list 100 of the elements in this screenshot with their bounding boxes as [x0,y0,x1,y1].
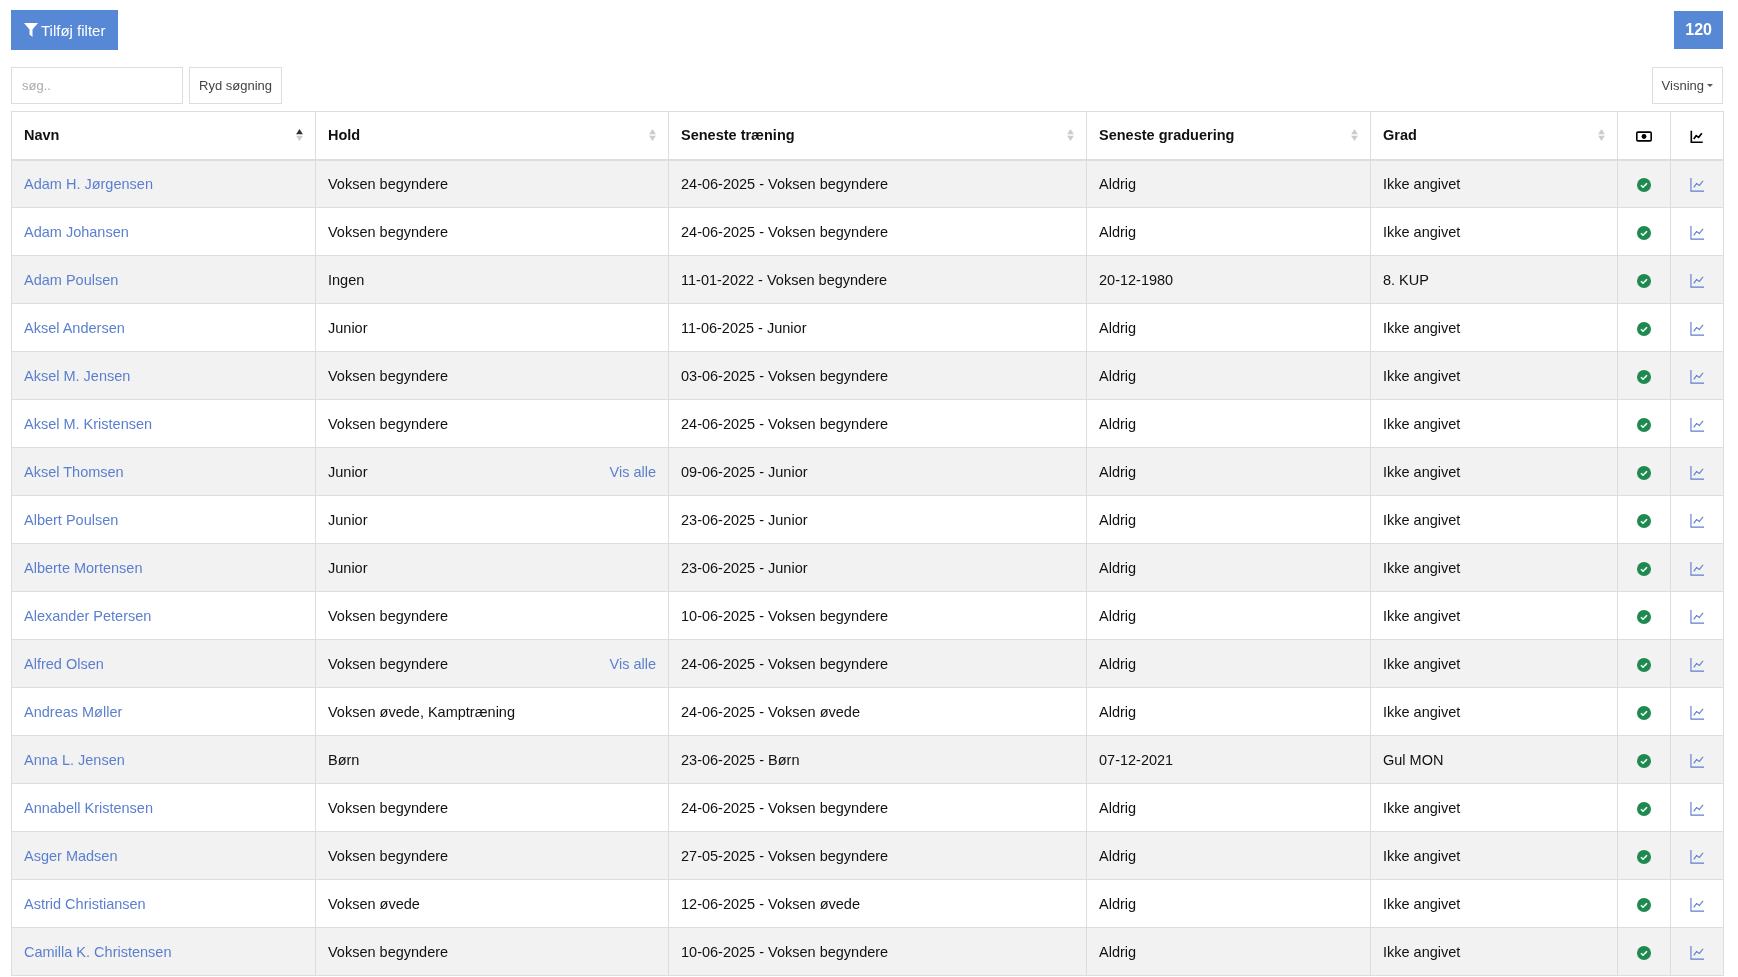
grade-text: Ikke angivet [1383,319,1461,336]
last-graduation-text: 07-12-2021 [1099,751,1174,768]
caret-icon [1707,84,1713,87]
column-header[interactable]: Seneste træning [668,111,1087,160]
grade-text: Ikke angivet [1383,559,1461,576]
line-chart-icon[interactable] [1689,177,1705,193]
grade-text: Ikke angivet [1383,367,1461,384]
last-training-text: 09-06-2025 - Junior [681,463,808,480]
line-chart-icon[interactable] [1689,560,1705,576]
last-training-text: 24-06-2025 - Voksen øvede [681,703,860,720]
line-chart-icon[interactable] [1689,608,1705,624]
column-header[interactable]: Grad [1370,111,1618,160]
grade-text: Gul MON [1383,751,1444,768]
last-training-text: 10-06-2025 - Voksen begyndere [681,943,889,960]
clear-search-button[interactable]: Ryd søgning [189,67,282,104]
column-header[interactable]: Navn [11,111,316,160]
team-text: Voksen øvede, Kamptræning [328,703,515,720]
search-field[interactable]: søg.. [11,67,183,104]
last-training-text: 27-05-2025 - Voksen begyndere [681,847,889,864]
last-graduation-text: Aldrig [1099,319,1137,336]
last-graduation-text: Aldrig [1099,367,1137,384]
last-graduation-text: Aldrig [1099,175,1137,192]
last-graduation-text: Aldrig [1099,703,1137,720]
line-chart-icon[interactable] [1689,896,1705,912]
member-name-link[interactable]: Alexander Petersen [24,607,152,624]
team-text: Junior [328,511,368,528]
line-chart-icon[interactable] [1689,512,1705,528]
line-chart-icon[interactable] [1689,272,1705,288]
line-chart-icon[interactable] [1689,752,1705,768]
grade-text: Ikke angivet [1383,703,1461,720]
member-name-link[interactable]: Camilla K. Christensen [24,943,172,960]
member-name-link[interactable]: Asger Madsen [24,847,118,864]
grade-text: Ikke angivet [1383,511,1461,528]
line-chart-icon[interactable] [1689,656,1705,672]
last-training-text: 12-06-2025 - Voksen øvede [681,895,860,912]
last-training-text: 24-06-2025 - Voksen begyndere [681,175,889,192]
grade-text: Ikke angivet [1383,463,1461,480]
member-name-link[interactable]: Anna L. Jensen [24,751,125,768]
last-graduation-text: Aldrig [1099,799,1137,816]
grade-text: Ikke angivet [1383,223,1461,240]
line-chart-icon[interactable] [1689,800,1705,816]
column-header[interactable]: Seneste graduering [1086,111,1371,160]
last-graduation-text: Aldrig [1099,847,1137,864]
last-training-text: 24-06-2025 - Voksen begyndere [681,799,889,816]
member-name-link[interactable]: Aksel Andersen [24,319,125,336]
team-text: Junior [328,463,368,480]
line-chart-icon[interactable] [1689,944,1705,960]
team-text: Børn [328,751,360,768]
member-name-link[interactable]: Astrid Christiansen [24,895,146,912]
grade-text: Ikke angivet [1383,943,1461,960]
last-training-text: 24-06-2025 - Voksen begyndere [681,655,889,672]
last-training-text: 24-06-2025 - Voksen begyndere [681,415,889,432]
grade-text: Ikke angivet [1383,799,1461,816]
member-name-link[interactable]: Aksel M. Jensen [24,367,131,384]
banknote-icon [1636,129,1652,143]
team-text: Voksen begyndere [328,415,449,432]
member-name-link[interactable]: Alberte Mortensen [24,559,143,576]
last-graduation-text: Aldrig [1099,559,1137,576]
view-dropdown[interactable]: Visning [1651,67,1723,104]
grade-text: Ikke angivet [1383,607,1461,624]
team-text: Voksen begyndere [328,655,449,672]
last-graduation-text: Aldrig [1099,463,1137,480]
last-graduation-text: Aldrig [1099,415,1137,432]
grade-text: 8. KUP [1383,271,1429,288]
last-graduation-text: Aldrig [1099,223,1137,240]
grade-text: Ikke angivet [1383,847,1461,864]
member-name-link[interactable]: Aksel M. Kristensen [24,415,153,432]
member-name-link[interactable]: Andreas Møller [24,703,123,720]
last-graduation-text: Aldrig [1099,607,1137,624]
column-header[interactable]: Hold [315,111,669,160]
member-name-link[interactable]: Adam Johansen [24,223,129,240]
line-chart-icon[interactable] [1689,704,1705,720]
line-chart-icon[interactable] [1689,464,1705,480]
line-chart-icon[interactable] [1689,368,1705,384]
show-all-link[interactable]: Vis alle [609,655,656,672]
last-training-text: 23-06-2025 - Børn [681,751,800,768]
member-name-link[interactable]: Annabell Kristensen [24,799,153,816]
count-badge: 120 [1674,11,1723,49]
grade-text: Ikke angivet [1383,895,1461,912]
last-training-text: 24-06-2025 - Voksen begyndere [681,223,889,240]
line-chart-icon[interactable] [1689,224,1705,240]
last-graduation-text: Aldrig [1099,511,1137,528]
member-name-link[interactable]: Adam Poulsen [24,271,119,288]
team-text: Voksen begyndere [328,367,449,384]
line-chart-icon[interactable] [1689,320,1705,336]
line-chart-icon[interactable] [1689,848,1705,864]
last-graduation-text: Aldrig [1099,655,1137,672]
show-all-link[interactable]: Vis alle [609,463,656,480]
last-graduation-text: 20-12-1980 [1099,271,1174,288]
team-text: Ingen [328,271,365,288]
team-text: Voksen begyndere [328,175,449,192]
add-filter-button[interactable]: Tilføj filter [11,10,119,50]
member-name-link[interactable]: Adam H. Jørgensen [24,175,153,192]
member-name-link[interactable]: Aksel Thomsen [24,463,124,480]
line-chart-icon[interactable] [1689,416,1705,432]
member-name-link[interactable]: Albert Poulsen [24,511,119,528]
member-name-link[interactable]: Alfred Olsen [24,655,104,672]
grade-text: Ikke angivet [1383,415,1461,432]
last-graduation-text: Aldrig [1099,895,1137,912]
line-chart-icon [1689,129,1705,143]
